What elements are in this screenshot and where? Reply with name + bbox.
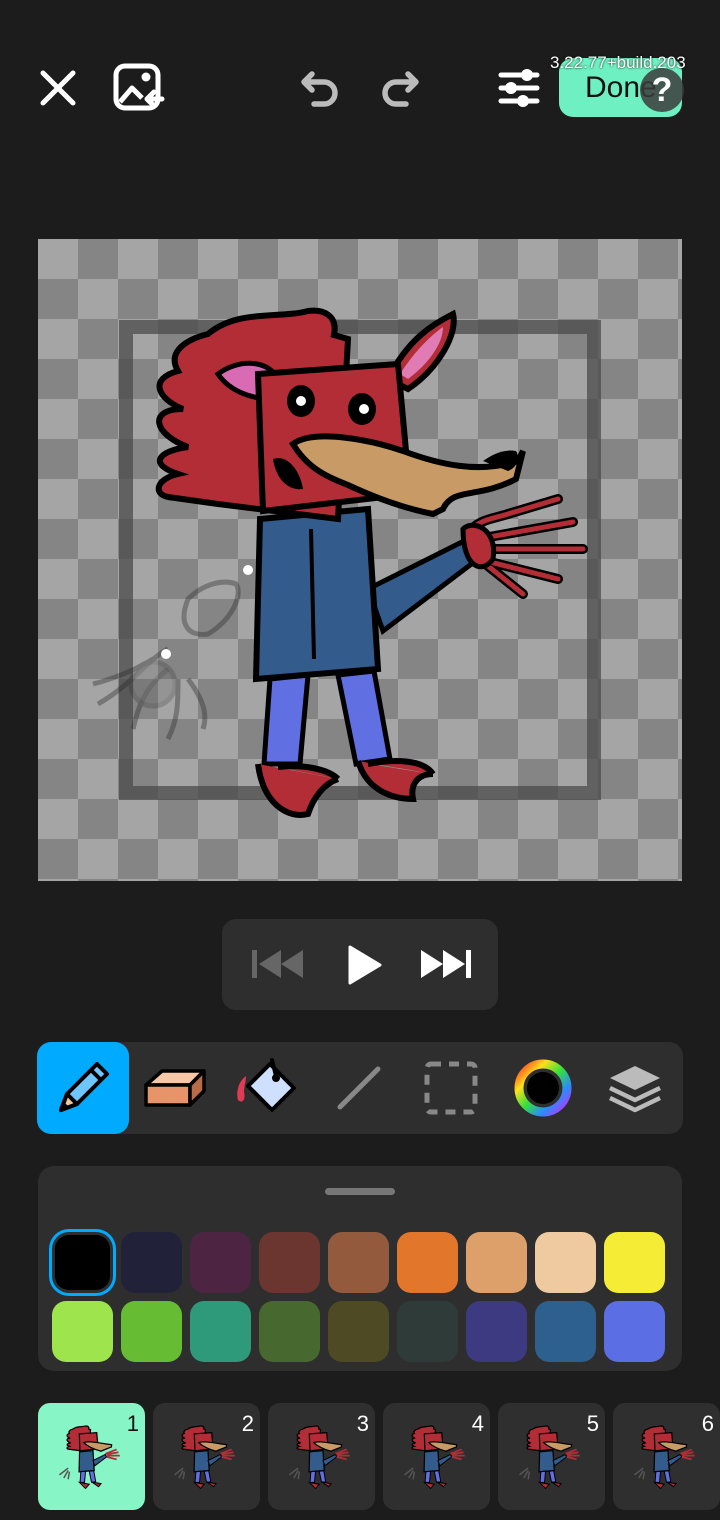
- fill-bucket-icon: [237, 1058, 296, 1112]
- color-swatch[interactable]: [466, 1232, 527, 1293]
- frame-thumbnail[interactable]: 4: [383, 1403, 490, 1510]
- play-button[interactable]: [332, 937, 392, 993]
- color-swatch[interactable]: [190, 1301, 251, 1362]
- frame-number: 3: [356, 1411, 369, 1436]
- color-wheel-icon: [514, 1059, 572, 1117]
- color-swatch[interactable]: [397, 1301, 458, 1362]
- close-button[interactable]: [34, 64, 82, 112]
- settings-button[interactable]: [494, 62, 544, 114]
- color-swatch[interactable]: [535, 1301, 596, 1362]
- tool-color[interactable]: [497, 1042, 589, 1134]
- redo-button[interactable]: [376, 66, 424, 110]
- color-swatch[interactable]: [535, 1232, 596, 1293]
- palette-drag-handle[interactable]: [325, 1188, 395, 1195]
- tool-line[interactable]: [313, 1042, 405, 1134]
- tool-layers[interactable]: [589, 1042, 681, 1134]
- skip-back-icon: [252, 950, 303, 978]
- tool-pencil[interactable]: [37, 1042, 129, 1134]
- color-swatch[interactable]: [259, 1301, 320, 1362]
- frame-number: 2: [241, 1411, 254, 1436]
- redo-icon: [382, 71, 419, 107]
- canvas-artwork: [92, 307, 601, 818]
- image-import-icon: [113, 63, 165, 111]
- undo-button[interactable]: [296, 66, 344, 110]
- color-swatch[interactable]: [328, 1232, 389, 1293]
- color-swatch[interactable]: [259, 1232, 320, 1293]
- onion-skin: [92, 579, 241, 741]
- help-label: ?: [651, 70, 673, 109]
- frame-thumbnail[interactable]: 2: [153, 1403, 260, 1510]
- color-swatch[interactable]: [52, 1301, 113, 1362]
- line-icon: [337, 1066, 381, 1110]
- tool-fill[interactable]: [221, 1042, 313, 1134]
- frame-thumbnail[interactable]: 1: [38, 1403, 145, 1510]
- play-icon: [348, 945, 382, 985]
- tool-eraser[interactable]: [129, 1042, 221, 1134]
- color-swatch[interactable]: [121, 1301, 182, 1362]
- layers-icon: [609, 1066, 661, 1113]
- frame-number: 1: [126, 1411, 139, 1436]
- color-swatch[interactable]: [604, 1301, 665, 1362]
- selection-icon: [424, 1061, 478, 1115]
- frame-thumbnail[interactable]: 5: [498, 1403, 605, 1510]
- frame-number: 5: [586, 1411, 599, 1436]
- first-frame-button[interactable]: [244, 939, 308, 989]
- sliders-icon: [498, 69, 540, 107]
- close-icon: [40, 70, 76, 106]
- undo-icon: [301, 71, 338, 107]
- eraser-icon: [144, 1069, 206, 1107]
- frame-thumbnail[interactable]: 3: [268, 1403, 375, 1510]
- pencil-icon: [59, 1062, 109, 1112]
- color-swatch[interactable]: [121, 1232, 182, 1293]
- color-swatch[interactable]: [466, 1301, 527, 1362]
- frame-number: 4: [471, 1411, 484, 1436]
- help-button[interactable]: ?: [640, 68, 684, 112]
- tool-bar: [37, 1042, 683, 1134]
- color-swatch[interactable]: [397, 1232, 458, 1293]
- color-palette: [38, 1166, 682, 1371]
- color-swatch[interactable]: [328, 1301, 389, 1362]
- color-swatch[interactable]: [190, 1232, 251, 1293]
- color-swatch[interactable]: [604, 1232, 665, 1293]
- color-swatch[interactable]: [55, 1235, 110, 1290]
- frame-number: 6: [701, 1411, 714, 1436]
- playback-bar: [222, 919, 498, 1010]
- drawing-canvas[interactable]: [38, 239, 682, 881]
- import-image-button[interactable]: [110, 60, 168, 116]
- tool-select[interactable]: [405, 1042, 497, 1134]
- frame-thumbnail[interactable]: 6: [613, 1403, 720, 1510]
- next-frame-button[interactable]: [414, 939, 478, 989]
- skip-forward-icon: [421, 950, 471, 978]
